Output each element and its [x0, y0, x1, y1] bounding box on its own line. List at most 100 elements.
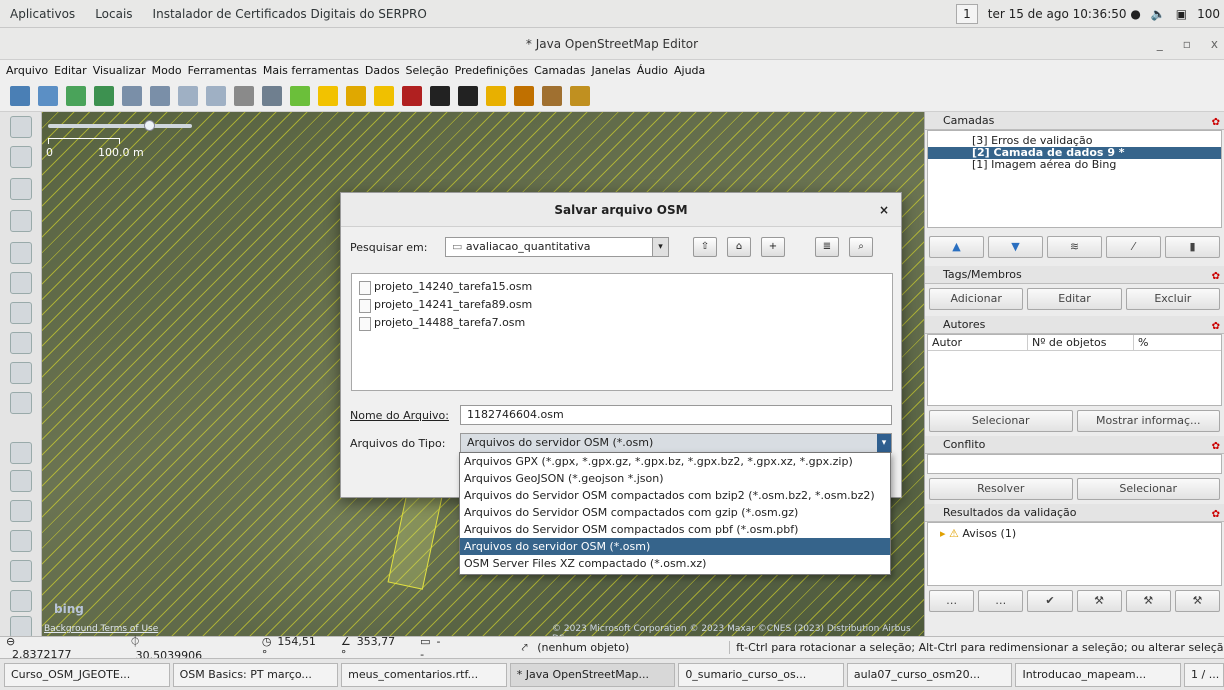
battery-icon[interactable]: ▣: [1176, 7, 1187, 21]
list-view-icon[interactable]: ≣: [815, 237, 839, 257]
taskbar-item-curso[interactable]: Curso_OSM_JGEOTE...: [4, 662, 170, 687]
new-folder-icon[interactable]: +: [761, 237, 785, 257]
move-down-icon[interactable]: ▼: [988, 236, 1043, 258]
parallel-icon[interactable]: [10, 272, 32, 294]
file-item[interactable]: projeto_14241_tarefa89.osm: [352, 296, 892, 314]
authors-panel-header[interactable]: Autores ✿: [925, 316, 1224, 334]
improve-way-icon[interactable]: [10, 302, 32, 324]
filetype-option[interactable]: Arquivos GPX (*.gpx, *.gpx.gz, *.gpx.bz,…: [460, 453, 890, 470]
up-folder-icon[interactable]: ⇧: [693, 237, 717, 257]
layer-bing[interactable]: [1] Imagem aérea do Bing: [928, 159, 1221, 171]
preferences-icon[interactable]: [178, 85, 198, 106]
menu-camadas[interactable]: Camadas: [534, 64, 585, 77]
maximize-button[interactable]: ▫: [1183, 28, 1191, 60]
resolve-button[interactable]: Resolver: [929, 478, 1073, 500]
conflict-panel-header[interactable]: Conflito ✿: [925, 436, 1224, 454]
selected-polygon[interactable]: [387, 489, 443, 590]
conflict-select-button[interactable]: Selecionar: [1076, 478, 1220, 500]
add-tag-button[interactable]: Adicionar: [929, 288, 1024, 310]
menu-visualizar[interactable]: Visualizar: [93, 64, 146, 77]
details-view-icon[interactable]: ⌕: [849, 237, 873, 257]
filetype-option-selected[interactable]: Arquivos do servidor OSM (*.osm): [460, 538, 890, 555]
serpro-launcher[interactable]: Instalador de Certificados Digitais do S…: [143, 7, 437, 21]
panel-close-icon[interactable]: ✿: [1212, 268, 1220, 286]
show-info-button[interactable]: Mostrar informaç...: [1076, 410, 1220, 432]
fix-2-icon[interactable]: ⚒: [1125, 590, 1171, 612]
zoom-mode-icon[interactable]: [10, 210, 32, 232]
menu-ferramentas[interactable]: Ferramentas: [188, 64, 257, 77]
open-location-icon[interactable]: [38, 85, 58, 106]
validator-icon[interactable]: [290, 85, 310, 106]
taskbar-item-josm[interactable]: * Java OpenStreetMap...: [509, 662, 676, 687]
taskbar-item-introducao[interactable]: Introducao_mapeam...: [1015, 662, 1182, 687]
menu-predefinicoes[interactable]: Predefinições: [455, 64, 528, 77]
industrial-icon[interactable]: [570, 85, 590, 106]
move-up-icon[interactable]: ▲: [929, 236, 984, 258]
filetype-option[interactable]: Arquivos GeoJSON (*.geojson *.json): [460, 470, 890, 487]
panel-toggle-2-icon[interactable]: [10, 470, 32, 492]
filetype-option[interactable]: Arquivos do Servidor OSM compactados com…: [460, 487, 890, 504]
filetype-combo[interactable]: Arquivos do servidor OSM (*.osm) ▾: [460, 433, 892, 453]
draw-icon[interactable]: [10, 178, 32, 200]
road-preset-icon[interactable]: [318, 85, 338, 106]
menu-editar[interactable]: Editar: [54, 64, 87, 77]
volume-icon[interactable]: 🔈: [1151, 7, 1166, 21]
panel-toggle-5-icon[interactable]: [10, 560, 32, 582]
download-icon[interactable]: [66, 85, 86, 106]
col-count[interactable]: Nº de objetos: [1028, 335, 1134, 350]
split-icon[interactable]: [10, 332, 32, 354]
road-preset-3-icon[interactable]: [374, 85, 394, 106]
restaurant-icon[interactable]: [514, 85, 534, 106]
menu-selecao[interactable]: Seleção: [406, 64, 449, 77]
panel-toggle-1-icon[interactable]: [10, 442, 32, 464]
panel-close-icon[interactable]: ✿: [1212, 438, 1220, 456]
lookin-combo[interactable]: ▭ avaliacao_quantitativa ▾: [445, 237, 669, 257]
poi-icon[interactable]: [486, 85, 506, 106]
redo-icon[interactable]: [150, 85, 170, 106]
authors-select-button[interactable]: Selecionar: [929, 410, 1073, 432]
file-item[interactable]: projeto_14240_tarefa15.osm: [352, 278, 892, 296]
filename-input[interactable]: 1182746604.osm: [460, 405, 892, 425]
menu-mais-ferramentas[interactable]: Mais ferramentas: [263, 64, 359, 77]
close-window-button[interactable]: x: [1211, 28, 1218, 60]
home-icon[interactable]: ⌂: [727, 237, 751, 257]
col-author[interactable]: Autor: [928, 335, 1028, 350]
taskbar-pager[interactable]: 1 / ...: [1184, 662, 1224, 687]
taskbar-item-comentarios[interactable]: meus_comentarios.rtf...: [341, 662, 507, 687]
menu-arquivo[interactable]: Arquivo: [6, 64, 48, 77]
filetype-option[interactable]: OSM Server Files XZ compactado (*.osm.xz…: [460, 555, 890, 572]
open-file-icon[interactable]: [10, 85, 30, 106]
lasso-icon[interactable]: [10, 146, 32, 168]
taskbar-item-sumario[interactable]: 0_sumario_curso_os...: [678, 662, 844, 687]
zoom-to-problem-icon[interactable]: …: [929, 590, 975, 612]
zoom-slider-handle[interactable]: [144, 120, 155, 131]
upload-icon[interactable]: [94, 85, 114, 106]
panel-close-icon[interactable]: ✿: [1212, 114, 1220, 132]
filetype-option[interactable]: Arquivos do Servidor OSM compactados com…: [460, 504, 890, 521]
panel-toggle-6-icon[interactable]: [10, 590, 32, 612]
delete-mode-icon[interactable]: [10, 242, 32, 264]
building-mode-icon[interactable]: [10, 392, 32, 414]
chevron-down-icon[interactable]: ▾: [877, 434, 891, 452]
undo-icon[interactable]: [122, 85, 142, 106]
tags-panel-header[interactable]: Tags/Membros ✿: [925, 266, 1224, 284]
select-mode-icon[interactable]: [10, 116, 32, 138]
panel-toggle-3-icon[interactable]: [10, 500, 32, 522]
menu-audio[interactable]: Áudio: [637, 64, 668, 77]
leisure-icon[interactable]: [542, 85, 562, 106]
edit-tag-button[interactable]: Editar: [1027, 288, 1122, 310]
validate-icon[interactable]: ✔: [1027, 590, 1073, 612]
menu-modo[interactable]: Modo: [152, 64, 182, 77]
dialog-close-button[interactable]: ×: [879, 193, 889, 227]
clock[interactable]: ter 15 de ago 10:36:50 ●: [988, 7, 1141, 21]
taskbar-item-aula07[interactable]: aula07_curso_osm20...: [846, 662, 1013, 687]
file-item[interactable]: projeto_14488_tarefa7.osm: [352, 314, 892, 332]
delete-tag-button[interactable]: Excluir: [1125, 288, 1220, 310]
select-problem-icon[interactable]: …: [978, 590, 1024, 612]
panel-toggle-4-icon[interactable]: [10, 530, 32, 552]
fix-icon[interactable]: ⚒: [1076, 590, 1122, 612]
workspace-indicator[interactable]: 1: [956, 4, 978, 24]
fix-3-icon[interactable]: ⚒: [1174, 590, 1221, 612]
duplicate-icon[interactable]: ⁄: [1106, 236, 1161, 258]
taskbar-item-browser[interactable]: OSM Basics: PT março...: [172, 662, 339, 687]
